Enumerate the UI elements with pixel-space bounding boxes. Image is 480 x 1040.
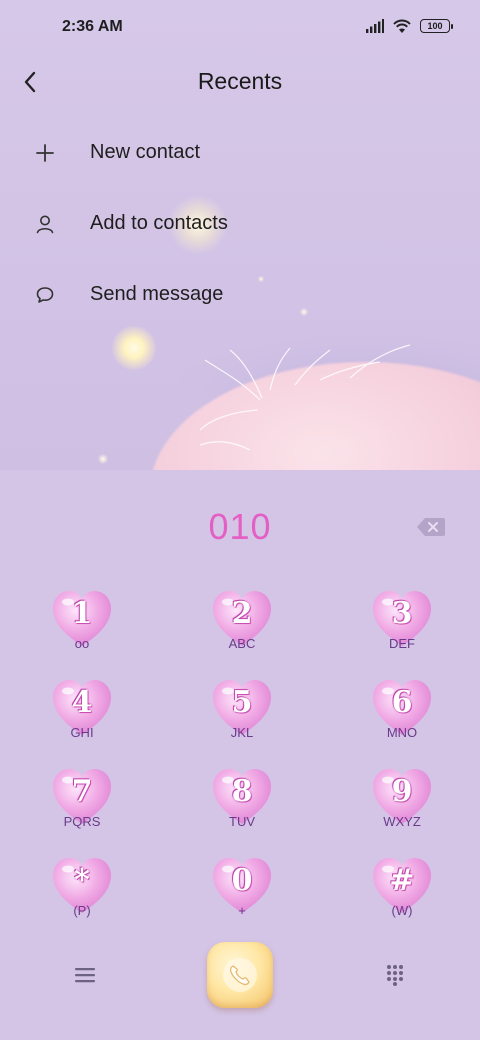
key-digit: 9 [391,774,413,809]
key-star[interactable]: * (P) [26,857,136,941]
key-digit: 5 [231,685,253,720]
key-letters: DEF [389,636,415,651]
key-letters: JKL [230,725,254,740]
key-digit: 6 [391,685,413,720]
key-letters: (W) [391,903,413,918]
status-time: 2:36 AM [62,18,123,35]
battery-icon: 100 [420,19,453,33]
app-header: Recents [0,56,480,108]
key-digit: 4 [71,685,93,720]
key-7[interactable]: 7 PQRS [26,768,136,852]
light-orb [112,326,156,370]
signal-icon [366,19,384,33]
key-letters: (P) [73,903,91,918]
phone-icon [223,958,257,992]
delete-button[interactable] [416,516,446,538]
key-letters: + [238,903,246,918]
person-icon [32,211,58,237]
recents-action-menu: New contact Add to contacts Send message [0,117,480,330]
key-digit: 3 [391,596,413,631]
key-letters: TUV [229,814,255,829]
key-letters: WXYZ [383,814,421,829]
dialed-number: 010 [208,506,272,547]
wifi-icon [393,19,411,33]
key-letters: ABC [228,636,256,651]
key-6[interactable]: 6 MNO [346,679,456,763]
call-button[interactable] [207,942,273,1008]
dialpad-grid-icon [387,965,403,986]
key-letters: PQRS [63,814,101,829]
plus-icon [32,140,58,166]
new-contact-item[interactable]: New contact [0,117,480,188]
key-digit: 0 [231,863,253,898]
key-hash[interactable]: # (W) [346,857,456,941]
add-to-contacts-label: Add to contacts [90,212,228,234]
key-5[interactable]: 5 JKL [186,679,296,763]
backspace-icon [417,518,445,536]
key-0[interactable]: 0 + [186,857,296,941]
send-message-item[interactable]: Send message [0,259,480,330]
key-2[interactable]: 2 ABC [186,590,296,674]
light-orb [98,454,108,464]
key-digit: # [389,863,415,898]
key-digit: 8 [231,774,253,809]
key-9[interactable]: 9 WXYZ [346,768,456,852]
chat-bubble-icon [32,282,58,308]
wallpaper-whiskers [200,344,411,451]
key-8[interactable]: 8 TUV [186,768,296,852]
new-contact-label: New contact [90,141,201,163]
key-letters: oo [74,636,90,651]
key-digit: 2 [231,596,253,631]
status-bar: 2:36 AM 100 [0,0,480,56]
hamburger-menu-icon [75,968,95,983]
key-digit: * [74,863,90,898]
key-1[interactable]: 1 oo [26,590,136,674]
key-digit: 1 [71,596,93,631]
send-message-label: Send message [90,283,224,305]
dialpad-toggle-button[interactable] [380,960,410,990]
add-to-contacts-item[interactable]: Add to contacts [0,188,480,259]
page-title: Recents [197,68,283,94]
status-icons: 100 [366,18,453,34]
menu-button[interactable] [68,960,102,990]
key-4[interactable]: 4 GHI [26,679,136,763]
key-digit: 7 [71,774,93,809]
key-letters: GHI [70,725,94,740]
key-3[interactable]: 3 DEF [346,590,456,674]
key-letters: MNO [386,725,418,740]
